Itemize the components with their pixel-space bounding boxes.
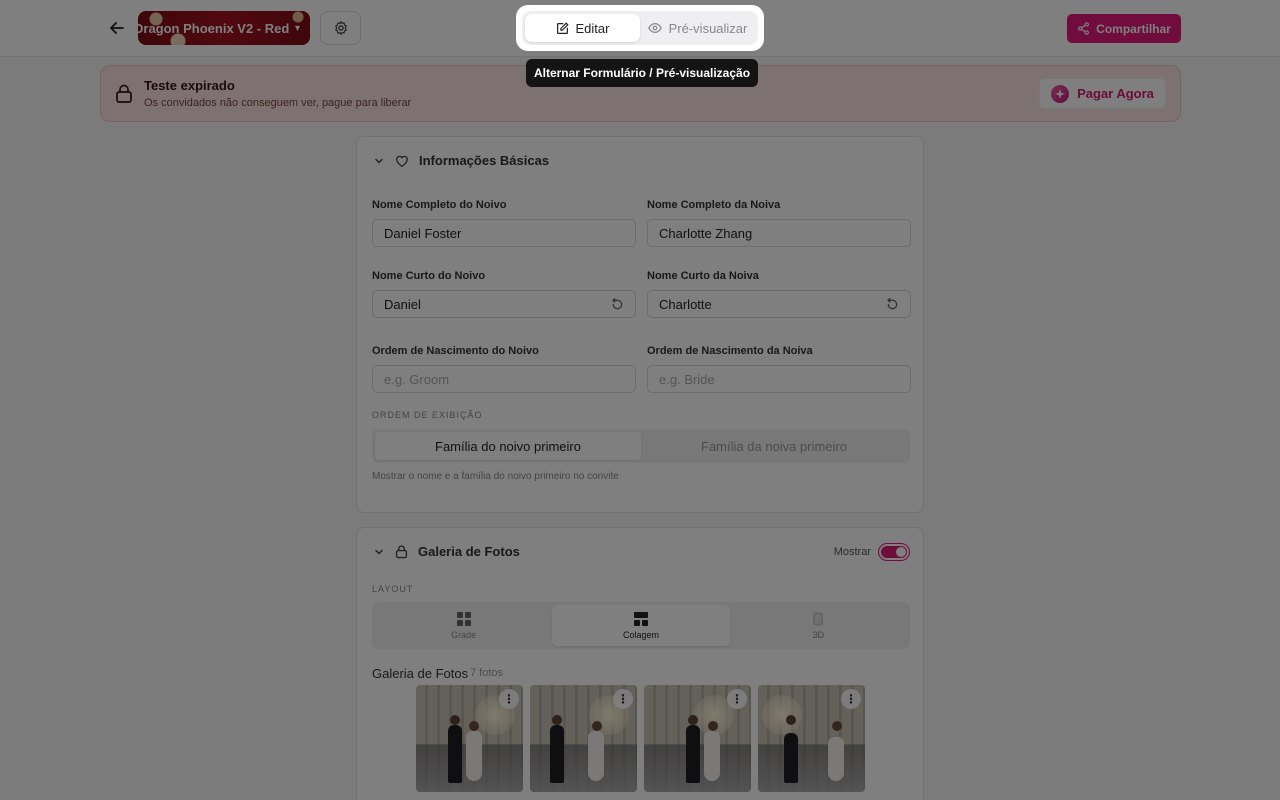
edit-icon [556,22,568,34]
dim-overlay [0,0,1280,800]
edit-mode-button[interactable]: Editar [525,14,640,42]
mode-toggle: Editar Pré-visualizar [516,5,764,51]
preview-mode-button[interactable]: Pré-visualizar [640,14,755,42]
eye-icon [647,23,662,33]
preview-mode-label: Pré-visualizar [668,20,748,36]
mode-toggle-tooltip: Alternar Formulário / Pré-visualização [526,59,758,87]
edit-mode-label: Editar [575,20,610,36]
